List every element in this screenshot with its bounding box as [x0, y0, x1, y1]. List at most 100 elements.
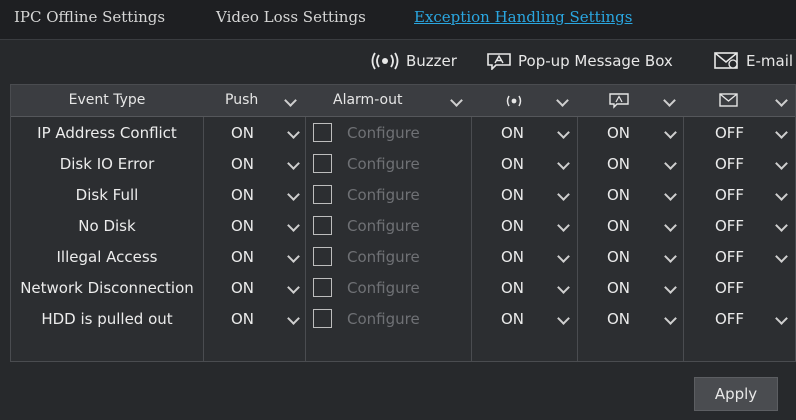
event-type-cell: Disk IO Error: [59, 155, 155, 173]
popup-select[interactable]: ON: [607, 217, 630, 235]
chevron-down-icon[interactable]: [287, 282, 301, 296]
chevron-down-icon[interactable]: [557, 251, 571, 265]
chevron-down-icon[interactable]: [557, 127, 571, 141]
push-header-dropdown-icon[interactable]: [284, 95, 298, 109]
chevron-down-icon[interactable]: [775, 189, 789, 203]
apply-button[interactable]: Apply: [694, 377, 778, 411]
email-select[interactable]: OFF: [715, 310, 744, 328]
email-select[interactable]: OFF: [715, 217, 744, 235]
popup-header-icon: [609, 93, 629, 109]
tab-ipc-offline-settings[interactable]: IPC Offline Settings: [14, 8, 165, 26]
configure-button[interactable]: Configure: [347, 155, 420, 173]
chevron-down-icon[interactable]: [287, 127, 301, 141]
tab-bar: IPC Offline Settings Video Loss Settings…: [0, 0, 796, 40]
table-row: No Disk ON Configure ON ON OFF: [11, 211, 795, 242]
chevron-down-icon[interactable]: [287, 313, 301, 327]
buzzer-select[interactable]: ON: [501, 310, 524, 328]
push-select[interactable]: ON: [231, 310, 254, 328]
chevron-down-icon[interactable]: [557, 158, 571, 172]
popup-select[interactable]: ON: [607, 310, 630, 328]
chevron-down-icon[interactable]: [287, 189, 301, 203]
popup-select[interactable]: ON: [607, 248, 630, 266]
configure-button[interactable]: Configure: [347, 217, 420, 235]
alarm-out-header-dropdown-icon[interactable]: [450, 95, 464, 109]
tab-video-loss-settings[interactable]: Video Loss Settings: [216, 8, 366, 26]
buzzer-select[interactable]: ON: [501, 279, 524, 297]
popup-header-dropdown-icon[interactable]: [663, 95, 677, 109]
chevron-down-icon[interactable]: [664, 158, 678, 172]
email-select[interactable]: OFF: [715, 248, 744, 266]
email-select[interactable]: OFF: [715, 279, 744, 297]
header-push: Push: [225, 92, 259, 108]
email-select[interactable]: OFF: [715, 186, 744, 204]
alarm-out-checkbox[interactable]: [313, 247, 332, 266]
configure-button[interactable]: Configure: [347, 279, 420, 297]
chevron-down-icon[interactable]: [775, 127, 789, 141]
buzzer-select[interactable]: ON: [501, 124, 524, 142]
buzzer-select[interactable]: ON: [501, 155, 524, 173]
popup-select[interactable]: ON: [607, 155, 630, 173]
legend-buzzer: Buzzer: [370, 52, 457, 70]
legend-email: E-mail: [714, 52, 793, 70]
table-header: Event Type Push Alarm-out: [11, 85, 795, 117]
alarm-out-checkbox[interactable]: [313, 309, 332, 328]
event-type-cell: Illegal Access: [56, 248, 158, 266]
popup-select[interactable]: ON: [607, 186, 630, 204]
table-row: HDD is pulled out ON Configure ON ON OFF: [11, 304, 795, 335]
table-row: Disk Full ON Configure ON ON OFF: [11, 180, 795, 211]
chevron-down-icon[interactable]: [775, 313, 789, 327]
email-select[interactable]: OFF: [715, 155, 744, 173]
chevron-down-icon[interactable]: [557, 220, 571, 234]
push-select[interactable]: ON: [231, 279, 254, 297]
chevron-down-icon[interactable]: [775, 158, 789, 172]
buzzer-select[interactable]: ON: [501, 186, 524, 204]
push-select[interactable]: ON: [231, 248, 254, 266]
alarm-out-checkbox[interactable]: [313, 123, 332, 142]
chevron-down-icon[interactable]: [775, 220, 789, 234]
legend-popup-label: Pop-up Message Box: [518, 52, 673, 70]
buzzer-select[interactable]: ON: [501, 248, 524, 266]
event-type-cell: Disk Full: [75, 186, 139, 204]
configure-button[interactable]: Configure: [347, 248, 420, 266]
table-row: IP Address Conflict ON Configure ON ON O…: [11, 118, 795, 149]
buzzer-select[interactable]: ON: [501, 217, 524, 235]
alarm-out-checkbox[interactable]: [313, 154, 332, 173]
configure-button[interactable]: Configure: [347, 124, 420, 142]
email-header-dropdown-icon[interactable]: [775, 95, 789, 109]
popup-select[interactable]: ON: [607, 279, 630, 297]
configure-button[interactable]: Configure: [347, 310, 420, 328]
email-select[interactable]: OFF: [715, 124, 744, 142]
popup-select[interactable]: ON: [607, 124, 630, 142]
exception-table: Event Type Push Alarm-out IP Address Con…: [10, 84, 796, 362]
alarm-out-checkbox[interactable]: [313, 185, 332, 204]
popup-message-icon: [487, 53, 511, 71]
action-legend: Buzzer Pop-up Message Box E-mail: [0, 46, 796, 78]
configure-button[interactable]: Configure: [347, 186, 420, 204]
chevron-down-icon[interactable]: [557, 313, 571, 327]
event-type-cell: HDD is pulled out: [41, 310, 173, 328]
push-select[interactable]: ON: [231, 124, 254, 142]
email-icon: [714, 52, 738, 69]
alarm-out-checkbox[interactable]: [313, 216, 332, 235]
tab-exception-handling-settings[interactable]: Exception Handling Settings: [414, 8, 632, 26]
chevron-down-icon[interactable]: [287, 158, 301, 172]
buzzer-header-dropdown-icon[interactable]: [556, 95, 570, 109]
chevron-down-icon[interactable]: [664, 220, 678, 234]
chevron-down-icon[interactable]: [287, 251, 301, 265]
alarm-out-checkbox[interactable]: [313, 278, 332, 297]
chevron-down-icon[interactable]: [664, 282, 678, 296]
chevron-down-icon[interactable]: [664, 313, 678, 327]
chevron-down-icon[interactable]: [775, 251, 789, 265]
chevron-down-icon[interactable]: [664, 189, 678, 203]
chevron-down-icon[interactable]: [664, 251, 678, 265]
chevron-down-icon[interactable]: [287, 220, 301, 234]
chevron-down-icon[interactable]: [664, 127, 678, 141]
chevron-down-icon[interactable]: [557, 189, 571, 203]
chevron-down-icon[interactable]: [557, 282, 571, 296]
push-select[interactable]: ON: [231, 155, 254, 173]
table-row: Disk IO Error ON Configure ON ON OFF: [11, 149, 795, 180]
legend-email-label: E-mail: [746, 52, 794, 70]
push-select[interactable]: ON: [231, 217, 254, 235]
push-select[interactable]: ON: [231, 186, 254, 204]
table-row: Illegal Access ON Configure ON ON OFF: [11, 242, 795, 273]
